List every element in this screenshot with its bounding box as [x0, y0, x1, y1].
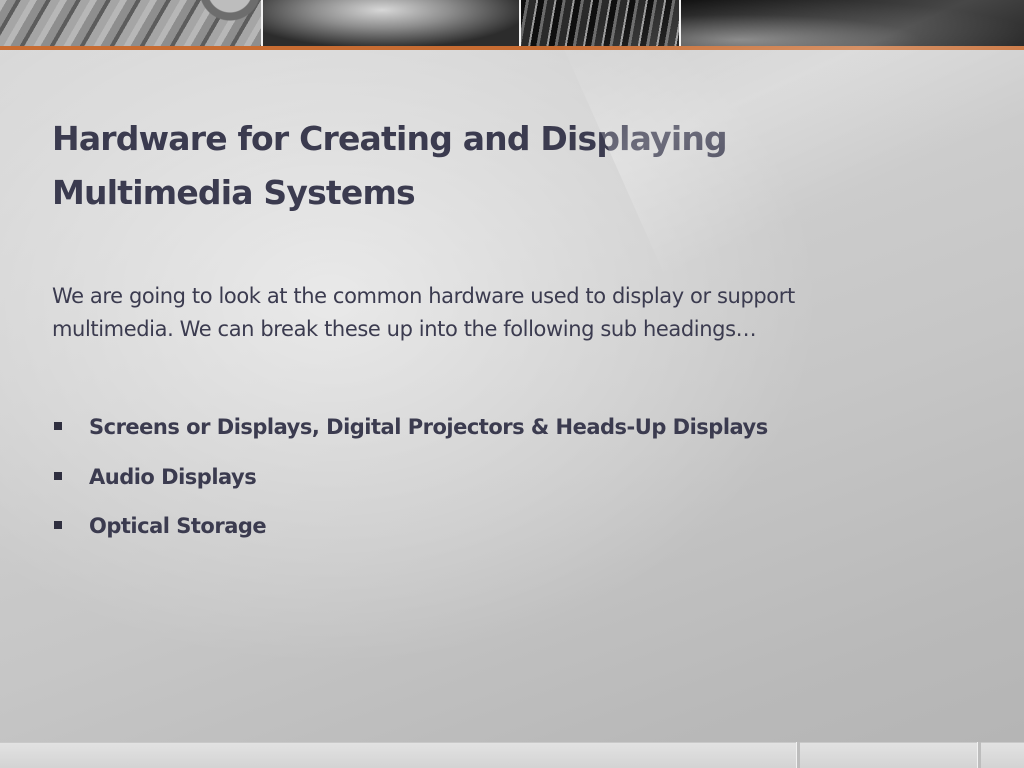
square-bullet-icon — [54, 521, 62, 529]
bullet-item: Optical Storage — [52, 509, 952, 559]
accent-rule — [0, 46, 1024, 50]
header-photo-spiral — [262, 0, 520, 46]
header-divider — [261, 0, 263, 46]
slide: Hardware for Creating and Displaying Mul… — [0, 0, 1024, 768]
bullet-list: Screens or Displays, Digital Projectors … — [52, 410, 952, 559]
footer-band — [0, 742, 1024, 768]
intro-paragraph: We are going to look at the common hardw… — [52, 280, 952, 346]
header-photo-wheel — [0, 0, 262, 46]
slide-title-line: Multimedia Systems — [52, 173, 416, 212]
header-photo-lens — [680, 0, 1024, 46]
slide-title: Hardware for Creating and Displaying Mul… — [52, 112, 952, 220]
header-divider — [679, 0, 681, 46]
header-divider — [519, 0, 521, 46]
bullet-item: Screens or Displays, Digital Projectors … — [52, 410, 952, 460]
slide-title-line: Hardware for Creating and Displaying — [52, 119, 728, 158]
intro-line: We are going to look at the common hardw… — [52, 284, 795, 308]
footer-divider — [796, 742, 800, 768]
square-bullet-icon — [54, 471, 62, 480]
header-photo-fins — [520, 0, 680, 46]
header-image-band — [0, 0, 1024, 46]
footer-divider — [977, 742, 981, 768]
bullet-text: Screens or Displays, Digital Projectors … — [89, 415, 768, 439]
square-bullet-icon — [54, 422, 62, 430]
bullet-text: Audio Displays — [89, 464, 257, 489]
bullet-item: Audio Displays — [52, 460, 952, 510]
bullet-text: Optical Storage — [89, 514, 267, 538]
intro-line: multimedia. We can break these up into t… — [52, 317, 757, 341]
